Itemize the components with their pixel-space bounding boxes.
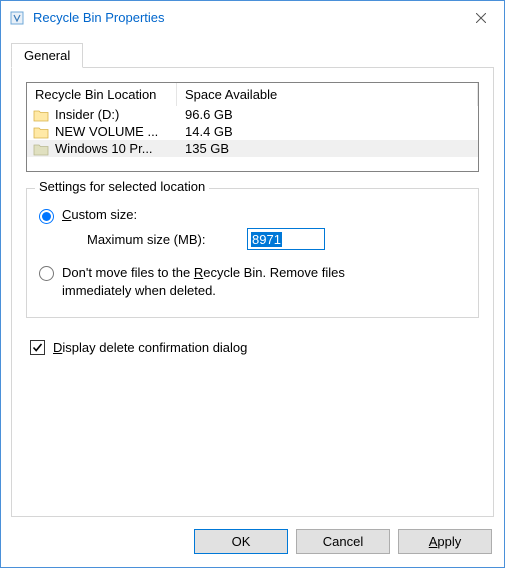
row-name: NEW VOLUME ... xyxy=(55,124,183,139)
row-space: 96.6 GB xyxy=(183,107,233,122)
col-space-header[interactable]: Space Available xyxy=(177,83,478,106)
row-space: 14.4 GB xyxy=(183,124,233,139)
close-button[interactable] xyxy=(458,1,504,34)
row-space: 135 GB xyxy=(183,141,229,156)
settings-group: Settings for selected location Custom si… xyxy=(26,188,479,318)
row-name: Windows 10 Pr... xyxy=(55,141,183,156)
list-header: Recycle Bin Location Space Available xyxy=(27,83,478,106)
tab-panel: Recycle Bin Location Space Available Ins… xyxy=(11,67,494,517)
folder-icon xyxy=(33,125,49,139)
col-location-header[interactable]: Recycle Bin Location xyxy=(27,83,177,106)
folder-icon xyxy=(33,142,49,156)
radio-dont-label: Don't move files to the Recycle Bin. Rem… xyxy=(62,264,402,299)
recycle-bin-icon xyxy=(9,10,25,26)
radio-custom-label: Custom size: xyxy=(62,207,137,222)
tab-label: General xyxy=(24,48,70,63)
apply-label: Apply xyxy=(429,534,462,549)
dialog-body: General Recycle Bin Location Space Avail… xyxy=(1,34,504,566)
max-size-row: Maximum size (MB): 8971 xyxy=(87,228,466,250)
confirm-checkbox-row[interactable]: Display delete confirmation dialog xyxy=(30,340,479,355)
locations-list: Recycle Bin Location Space Available Ins… xyxy=(26,82,479,172)
dialog-buttons: OK Cancel Apply xyxy=(194,529,492,554)
max-size-label: Maximum size (MB): xyxy=(87,232,247,247)
folder-icon xyxy=(33,108,49,122)
max-size-input-wrap[interactable]: 8971 xyxy=(247,228,325,250)
cancel-label: Cancel xyxy=(323,534,363,549)
ok-label: OK xyxy=(232,534,251,549)
group-legend: Settings for selected location xyxy=(35,179,209,194)
radio-dont-input[interactable] xyxy=(39,266,54,281)
list-row[interactable]: Windows 10 Pr... 135 GB xyxy=(27,140,478,157)
max-size-value: 8971 xyxy=(251,232,282,247)
ok-button[interactable]: OK xyxy=(194,529,288,554)
cancel-button[interactable]: Cancel xyxy=(296,529,390,554)
radio-custom-input[interactable] xyxy=(39,209,54,224)
window-title: Recycle Bin Properties xyxy=(33,10,458,25)
checkbox-icon[interactable] xyxy=(30,340,45,355)
titlebar: Recycle Bin Properties xyxy=(1,1,504,34)
apply-button[interactable]: Apply xyxy=(398,529,492,554)
tab-general[interactable]: General xyxy=(11,43,83,68)
dialog-window: Recycle Bin Properties General Recycle B… xyxy=(0,0,505,568)
row-name: Insider (D:) xyxy=(55,107,183,122)
radio-dont-move[interactable]: Don't move files to the Recycle Bin. Rem… xyxy=(39,264,466,299)
list-row[interactable]: NEW VOLUME ... 14.4 GB xyxy=(27,123,478,140)
checkbox-label: Display delete confirmation dialog xyxy=(53,340,247,355)
radio-custom-size[interactable]: Custom size: xyxy=(39,207,466,224)
list-row[interactable]: Insider (D:) 96.6 GB xyxy=(27,106,478,123)
